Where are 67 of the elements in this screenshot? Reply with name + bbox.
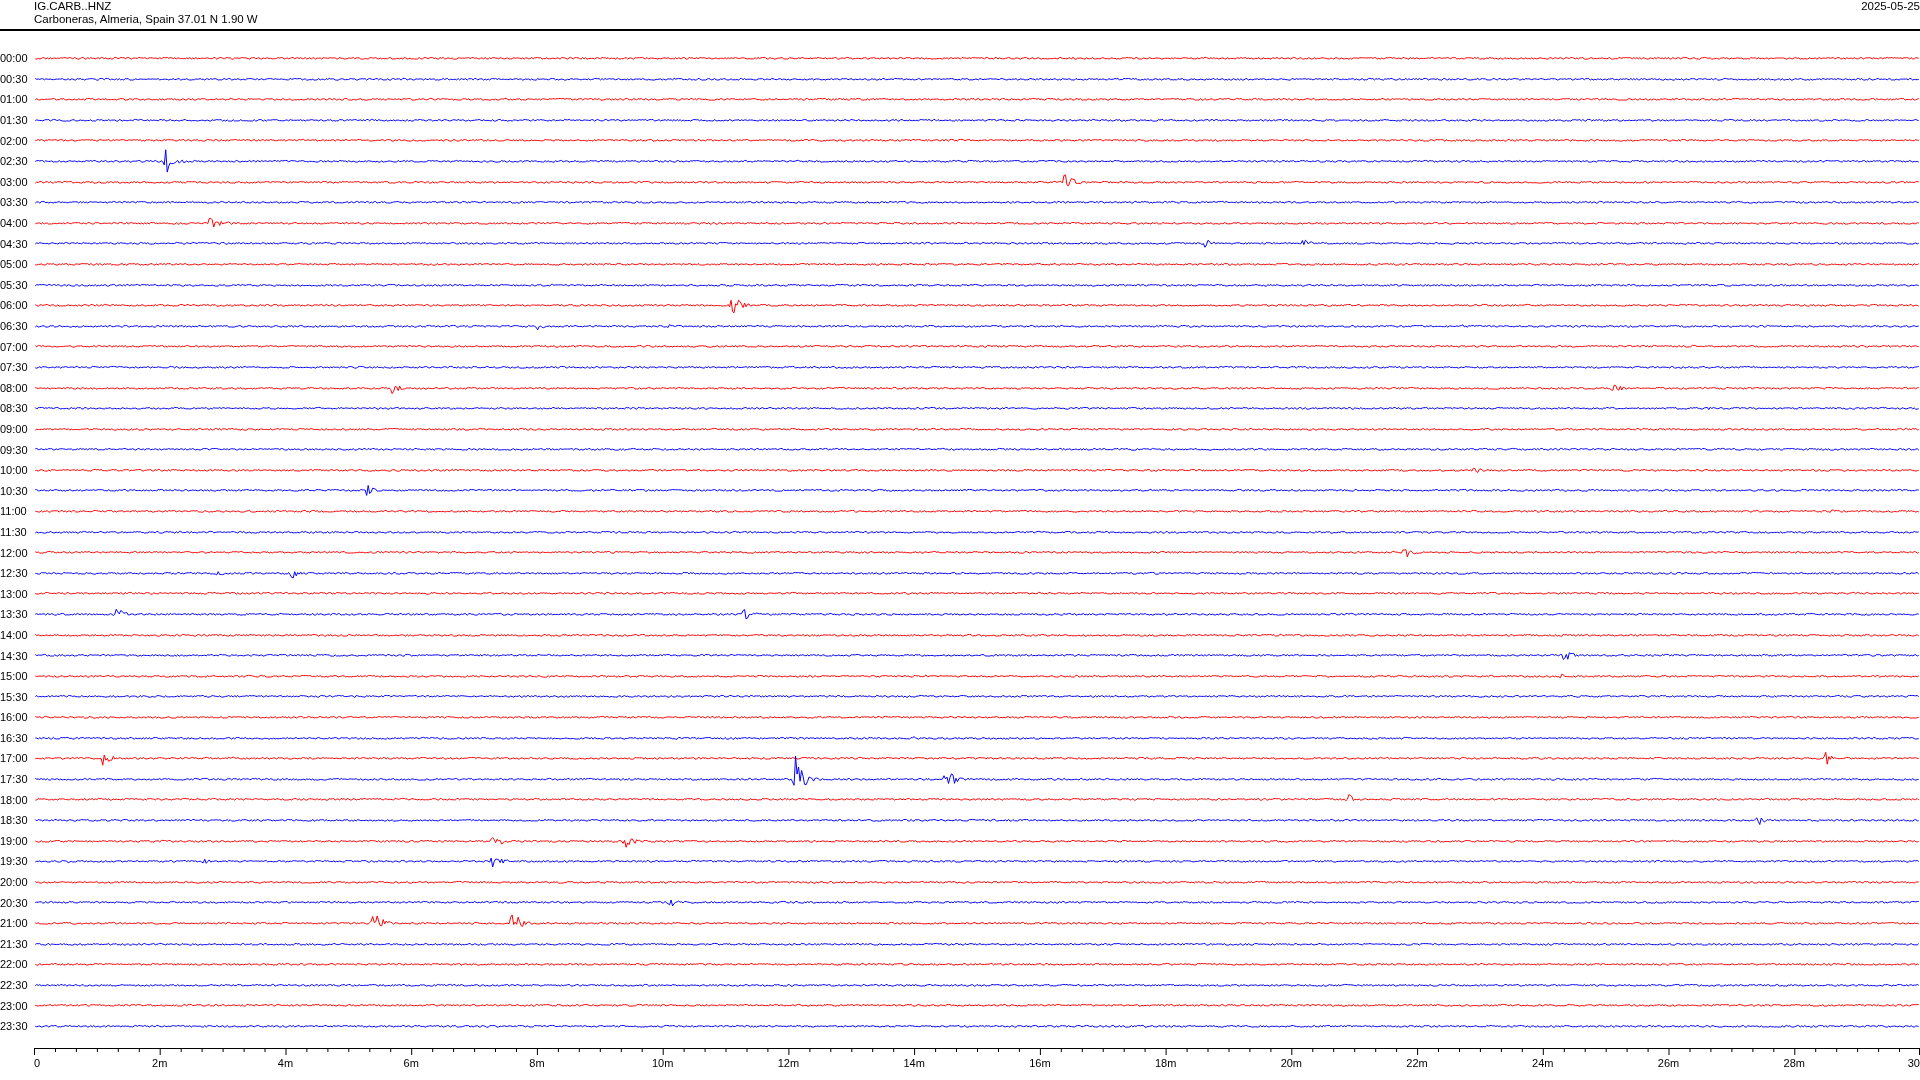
time-label: 16:30 xyxy=(0,731,29,744)
time-label: 10:00 xyxy=(0,464,29,477)
time-label: 11:30 xyxy=(0,525,28,538)
time-label: 05:30 xyxy=(0,278,29,291)
time-label: 00:00 xyxy=(0,52,29,65)
time-label: 18:00 xyxy=(0,793,29,806)
time-label: 08:00 xyxy=(0,381,29,394)
axis-tick-label: 22m xyxy=(1406,1056,1428,1069)
time-label: 23:30 xyxy=(0,1020,29,1033)
time-label: 21:00 xyxy=(0,917,29,930)
station-location: Carboneras, Almeria, Spain 37.01 N 1.90 W xyxy=(34,13,258,26)
time-label: 23:00 xyxy=(0,999,29,1012)
time-label: 03:00 xyxy=(0,175,29,188)
time-label: 20:00 xyxy=(0,876,29,889)
time-label: 01:00 xyxy=(0,93,29,106)
time-label: 13:00 xyxy=(0,587,29,600)
time-label: 17:30 xyxy=(0,773,29,786)
time-label: 10:30 xyxy=(0,484,29,497)
axis-tick-label: 14m xyxy=(903,1056,925,1069)
time-label: 22:30 xyxy=(0,979,29,991)
time-label: 22:00 xyxy=(0,958,29,971)
axis-tick-label: 8m xyxy=(529,1056,545,1069)
time-label: 06:30 xyxy=(0,320,29,332)
time-label: 01:30 xyxy=(0,114,29,127)
axis-tick-label: 20m xyxy=(1280,1056,1303,1069)
time-label: 14:30 xyxy=(0,649,29,662)
axis-tick-label: 26m xyxy=(1657,1056,1680,1069)
time-label: 06:00 xyxy=(0,299,29,312)
axis-tick-label: 16m xyxy=(1029,1056,1051,1069)
axis-tick-label: 30 xyxy=(1907,1056,1920,1069)
time-label: 03:30 xyxy=(0,196,29,209)
time-label: 16:00 xyxy=(0,711,29,724)
time-label: 19:30 xyxy=(0,855,29,868)
time-label: 21:30 xyxy=(0,937,29,950)
time-label: 02:00 xyxy=(0,134,29,147)
time-label: 15:00 xyxy=(0,670,29,683)
axis-tick-label: 6m xyxy=(403,1056,419,1069)
time-label: 13:30 xyxy=(0,608,29,621)
time-label: 12:00 xyxy=(0,546,29,559)
station-code: IG.CARB..HNZ xyxy=(34,0,112,13)
date-label: 2025-05-25 xyxy=(1861,0,1920,13)
axis-tick-label: 18m xyxy=(1154,1056,1177,1069)
time-label: 15:30 xyxy=(0,690,29,703)
axis-tick-label: 4m xyxy=(277,1056,294,1069)
axis-tick-label: 0 xyxy=(34,1056,41,1069)
time-label: 17:00 xyxy=(0,752,29,765)
time-label: 05:00 xyxy=(0,258,29,271)
time-label: 20:30 xyxy=(0,896,29,909)
axis-tick-label: 12m xyxy=(777,1056,800,1069)
time-label: 04:00 xyxy=(0,217,29,230)
time-label: 11:00 xyxy=(0,505,28,518)
time-label: 18:30 xyxy=(0,814,29,827)
axis-tick-label: 2m xyxy=(152,1056,168,1069)
time-label: 04:30 xyxy=(0,237,29,250)
time-label: 00:30 xyxy=(0,72,29,85)
time-label: 07:30 xyxy=(0,361,29,374)
time-label: 14:00 xyxy=(0,628,29,641)
time-label: 08:30 xyxy=(0,402,29,415)
time-label: 07:00 xyxy=(0,340,29,353)
axis-tick-label: 24m xyxy=(1532,1056,1554,1069)
time-label: 09:30 xyxy=(0,443,29,456)
axis-tick-label: 28m xyxy=(1783,1056,1805,1069)
axis-tick-label: 10m xyxy=(651,1056,674,1069)
time-label: 09:00 xyxy=(0,423,29,435)
time-label: 19:00 xyxy=(0,834,29,847)
time-label: 12:30 xyxy=(0,567,29,580)
time-label: 02:30 xyxy=(0,155,29,168)
